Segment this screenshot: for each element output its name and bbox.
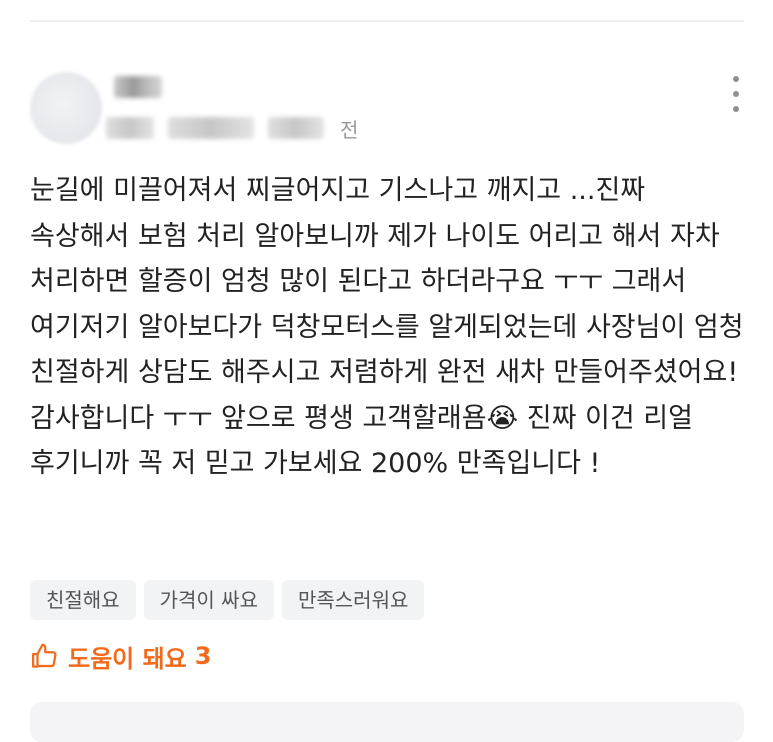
meta-blurred-2: ■■■ ■■	[168, 117, 254, 139]
review-text: 눈길에 미끌어져서 찌글어지고 기스나고 깨지고 ...진짜 속상해서 보험 처…	[30, 175, 744, 479]
top-divider	[30, 20, 744, 22]
author-name[interactable]: ■■	[114, 72, 194, 102]
tag-friendly[interactable]: 친절해요	[30, 580, 136, 620]
more-options-icon[interactable]	[730, 76, 742, 112]
next-review-card	[30, 702, 744, 742]
meta-blurred-3: ■■■	[268, 117, 324, 139]
avatar[interactable]	[30, 72, 102, 144]
meta-ago-suffix: 전	[340, 117, 359, 142]
tag-cheap[interactable]: 가격이 싸요	[143, 580, 274, 620]
helpful-count: 3	[194, 642, 212, 670]
helpful-label: 도움이 돼요	[68, 644, 187, 673]
review-meta: ■■■ ■■■ ■■ ■■■ 전	[106, 114, 358, 142]
tag-satisfied[interactable]: 만족스러워요	[281, 580, 425, 620]
review-header: ■■ ■■■ ■■■ ■■ ■■■ 전	[30, 72, 750, 152]
meta-blurred-1: ■■■	[106, 117, 154, 139]
review-tags: 친절해요 가격이 싸요 만족스러워요	[30, 580, 425, 620]
thumbs-up-icon	[32, 643, 57, 668]
helpful-button[interactable]: 도움이 돼요 3	[30, 636, 211, 676]
